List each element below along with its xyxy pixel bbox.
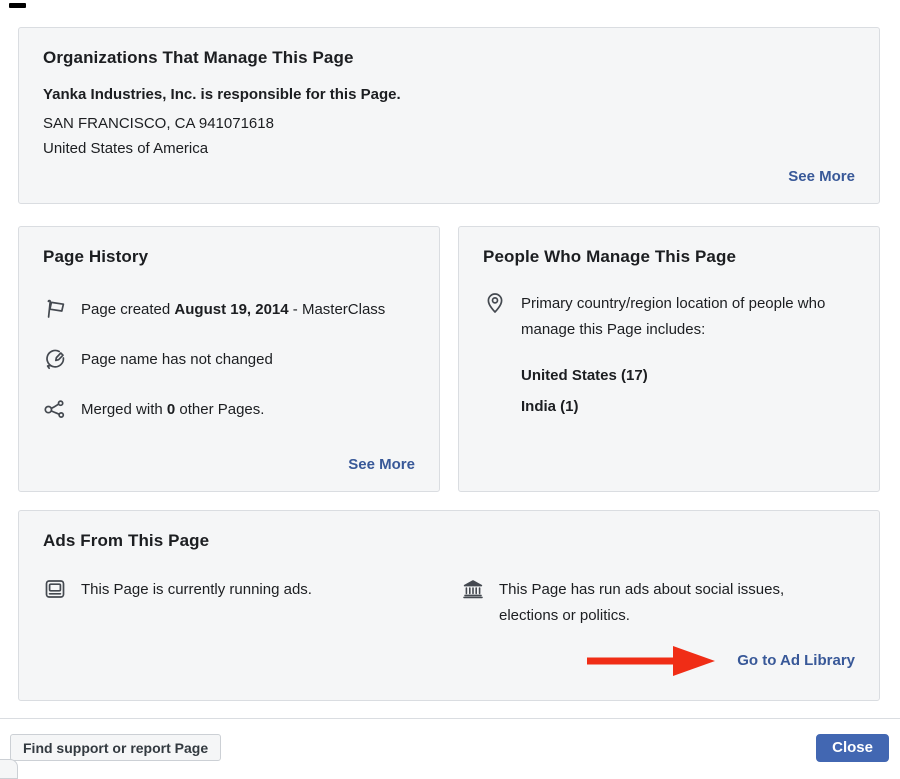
find-support-button[interactable]: Find support or report Page (10, 734, 222, 761)
responsible-org-text: Yanka Industries, Inc. is responsible fo… (43, 86, 401, 103)
red-arrow-annotation (585, 644, 717, 676)
location-text: Primary country/region location of peopl… (521, 295, 826, 338)
political-ads-row: This Page has run ads about social issue… (461, 577, 855, 629)
location-row: Primary country/region location of peopl… (483, 291, 855, 343)
people-manage-title: People Who Manage This Page (483, 247, 737, 266)
footer-divider (0, 718, 900, 719)
people-manage-card: People Who Manage This Page Primary coun… (458, 226, 880, 492)
ads-card: Ads From This Page This Page is currentl… (18, 510, 880, 701)
merge-icon (43, 397, 67, 421)
organizations-card-title: Organizations That Manage This Page (43, 48, 354, 67)
org-address-line1: SAN FRANCISCO, CA 941071618 (43, 115, 274, 132)
page-history-card: Page History Page created August 19, 201… (18, 226, 440, 492)
merged-count: 0 (166, 400, 176, 418)
org-address-line2: United States of America (43, 140, 209, 157)
ad-screen-icon (43, 577, 67, 601)
organizations-card: Organizations That Manage This Page Yank… (18, 27, 880, 204)
edit-pencil-icon (43, 347, 67, 371)
org-see-more-link[interactable]: See More (788, 168, 855, 185)
merged-text: Merged with 0 other Pages. (81, 400, 265, 418)
close-button[interactable]: Close (816, 734, 889, 762)
page-history-title: Page History (43, 247, 149, 266)
go-to-ad-library-link[interactable]: Go to Ad Library (737, 652, 855, 669)
political-ads-text: This Page has run ads about social issue… (499, 581, 785, 624)
page-name-text: Page name has not changed (81, 350, 273, 368)
country-list: United States (17) India (1) (521, 367, 855, 415)
page-name-row: Page name has not changed (43, 347, 415, 371)
flag-icon (43, 297, 67, 321)
page-created-row: Page created August 19, 2014 - MasterCla… (43, 297, 415, 321)
page-created-date: August 19, 2014 (174, 300, 289, 318)
running-ads-text: This Page is currently running ads. (81, 580, 312, 598)
country-item-india: India (1) (521, 398, 579, 415)
ads-card-title: Ads From This Page (43, 531, 210, 550)
history-see-more-link[interactable]: See More (348, 456, 415, 473)
screenshot-crop-artifact (9, 3, 26, 8)
merged-row: Merged with 0 other Pages. (43, 397, 415, 421)
page-created-text: Page created August 19, 2014 - MasterCla… (81, 300, 386, 318)
bank-building-icon (461, 577, 485, 601)
partial-button-edge (0, 759, 18, 779)
location-pin-icon (483, 291, 507, 315)
running-ads-row: This Page is currently running ads. (43, 577, 461, 601)
country-item-us: United States (17) (521, 367, 648, 384)
